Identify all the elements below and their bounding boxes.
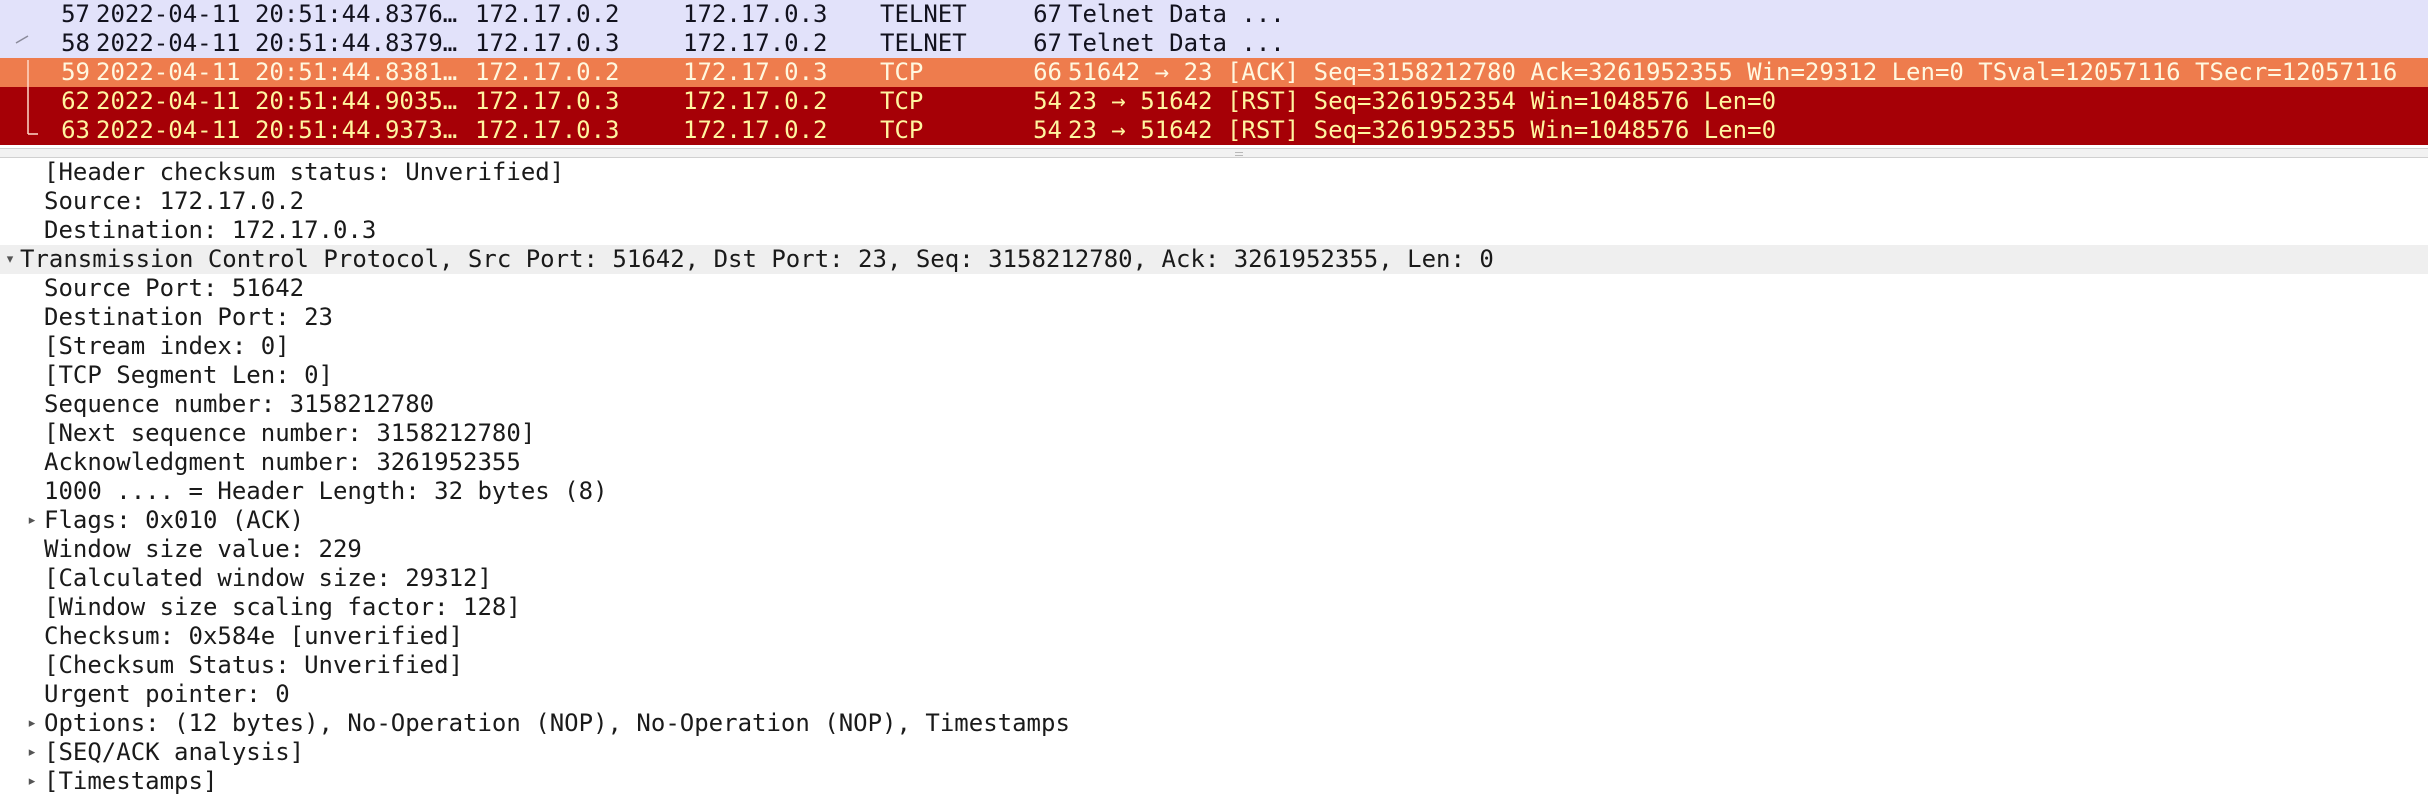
packet-row-selected[interactable]: 59 2022-04-11 20:51:44.8381… 172.17.0.2 … [0, 58, 2428, 87]
packet-source: 172.17.0.2 [475, 58, 620, 86]
packet-source: 172.17.0.3 [475, 87, 620, 115]
detail-field[interactable]: Urgent pointer: 0 [0, 680, 2428, 709]
detail-field[interactable]: [TCP Segment Len: 0] [0, 361, 2428, 390]
tcp-urgent-pointer: Urgent pointer: 0 [44, 680, 290, 708]
tcp-summary: Transmission Control Protocol, Src Port:… [20, 245, 1494, 273]
tcp-checksum: Checksum: 0x584e [unverified] [44, 622, 464, 650]
detail-field[interactable]: [Stream index: 0] [0, 332, 2428, 361]
packet-destination: 172.17.0.2 [683, 29, 828, 57]
tcp-section-header[interactable]: ▾ Transmission Control Protocol, Src Por… [0, 245, 2428, 274]
tcp-seq-ack-subtree[interactable]: ▸ [SEQ/ACK analysis] [0, 738, 2428, 767]
tcp-flags: Flags: 0x010 (ACK) [44, 506, 305, 534]
packet-info: 23 → 51642 [RST] Seq=3261952354 Win=1048… [1068, 87, 1777, 115]
packet-list[interactable]: 57 2022-04-11 20:51:44.8376… 172.17.0.2 … [0, 0, 2428, 148]
tcp-source-port: Source Port: 51642 [44, 274, 305, 302]
detail-field[interactable]: Source Port: 51642 [0, 274, 2428, 303]
packet-destination: 172.17.0.2 [683, 116, 828, 144]
packet-length: 67 [1033, 29, 1062, 57]
collapsed-arrow-icon[interactable]: ▸ [24, 767, 40, 796]
detail-field[interactable]: [Next sequence number: 3158212780] [0, 419, 2428, 448]
packet-source: 172.17.0.3 [475, 116, 620, 144]
detail-field[interactable]: Destination: 172.17.0.3 [0, 216, 2428, 245]
packet-number: 57 [61, 0, 90, 28]
expanded-arrow-icon[interactable]: ▾ [2, 245, 18, 274]
detail-field[interactable]: Checksum: 0x584e [unverified] [0, 622, 2428, 651]
collapsed-arrow-icon[interactable]: ▸ [24, 506, 40, 535]
detail-field[interactable]: [Window size scaling factor: 128] [0, 593, 2428, 622]
detail-field[interactable]: Window size value: 229 [0, 535, 2428, 564]
tcp-options: Options: (12 bytes), No-Operation (NOP),… [44, 709, 1070, 737]
collapsed-arrow-icon[interactable]: ▸ [24, 709, 40, 738]
detail-field[interactable]: Sequence number: 3158212780 [0, 390, 2428, 419]
tcp-sequence-number: Sequence number: 3158212780 [44, 390, 435, 418]
packet-details-tree[interactable]: [Header checksum status: Unverified] Sou… [0, 158, 2428, 811]
packet-time: 2022-04-11 20:51:44.9035… [96, 87, 458, 115]
packet-number: 58 [61, 29, 90, 57]
ip-source: Source: 172.17.0.2 [44, 187, 305, 215]
tcp-next-sequence: [Next sequence number: 3158212780] [44, 419, 536, 447]
pane-splitter[interactable] [0, 148, 2428, 158]
tcp-stream-index: [Stream index: 0] [44, 332, 290, 360]
tcp-seq-ack-analysis: [SEQ/ACK analysis] [44, 738, 305, 766]
packet-time: 2022-04-11 20:51:44.9373… [96, 116, 458, 144]
detail-field[interactable]: Destination Port: 23 [0, 303, 2428, 332]
tcp-window-value: Window size value: 229 [44, 535, 362, 563]
tcp-checksum-status: [Checksum Status: Unverified] [44, 651, 464, 679]
tcp-calculated-window: [Calculated window size: 29312] [44, 564, 492, 592]
collapsed-arrow-icon[interactable]: ▸ [24, 738, 40, 767]
packet-protocol: TELNET [880, 29, 967, 57]
tcp-segment-len: [TCP Segment Len: 0] [44, 361, 333, 389]
detail-field[interactable]: [Checksum Status: Unverified] [0, 651, 2428, 680]
tcp-options-subtree[interactable]: ▸ Options: (12 bytes), No-Operation (NOP… [0, 709, 2428, 738]
packet-destination: 172.17.0.3 [683, 0, 828, 28]
tcp-timestamps-subtree[interactable]: ▸ [Timestamps] [0, 767, 2428, 796]
detail-field[interactable]: [Calculated window size: 29312] [0, 564, 2428, 593]
splitter-grip-icon [1235, 152, 1243, 156]
packet-protocol: TCP [880, 87, 924, 115]
packet-length: 54 [1033, 116, 1062, 144]
packet-source: 172.17.0.2 [475, 0, 620, 28]
detail-field[interactable]: Source: 172.17.0.2 [0, 187, 2428, 216]
packet-protocol: TELNET [880, 0, 967, 28]
packet-length: 66 [1033, 58, 1062, 86]
packet-info: Telnet Data ... [1068, 0, 1285, 28]
packet-time: 2022-04-11 20:51:44.8376… [96, 0, 458, 28]
packet-time: 2022-04-11 20:51:44.8381… [96, 58, 458, 86]
packet-row[interactable]: 57 2022-04-11 20:51:44.8376… 172.17.0.2 … [0, 0, 2428, 29]
packet-source: 172.17.0.3 [475, 29, 620, 57]
packet-number: 62 [61, 87, 90, 115]
packet-length: 54 [1033, 87, 1062, 115]
packet-destination: 172.17.0.3 [683, 58, 828, 86]
packet-row[interactable]: 62 2022-04-11 20:51:44.9035… 172.17.0.3 … [0, 87, 2428, 116]
ip-destination: Destination: 172.17.0.3 [44, 216, 377, 244]
ip-checksum-status: [Header checksum status: Unverified] [44, 158, 565, 186]
tcp-header-length: 1000 .... = Header Length: 32 bytes (8) [44, 477, 608, 505]
packet-info: 51642 → 23 [ACK] Seq=3158212780 Ack=3261… [1068, 58, 2398, 86]
packet-protocol: TCP [880, 58, 924, 86]
packet-info: Telnet Data ... [1068, 29, 1285, 57]
packet-row[interactable]: 58 2022-04-11 20:51:44.8379… 172.17.0.3 … [0, 29, 2428, 58]
packet-protocol: TCP [880, 116, 924, 144]
detail-field[interactable]: 1000 .... = Header Length: 32 bytes (8) [0, 477, 2428, 506]
tcp-flags-subtree[interactable]: ▸ Flags: 0x010 (ACK) [0, 506, 2428, 535]
packet-row[interactable]: 63 2022-04-11 20:51:44.9373… 172.17.0.3 … [0, 116, 2428, 145]
packet-destination: 172.17.0.2 [683, 87, 828, 115]
tcp-window-scaling: [Window size scaling factor: 128] [44, 593, 521, 621]
tcp-destination-port: Destination Port: 23 [44, 303, 333, 331]
detail-field[interactable]: Acknowledgment number: 3261952355 [0, 448, 2428, 477]
packet-number: 59 [61, 58, 90, 86]
packet-info: 23 → 51642 [RST] Seq=3261952355 Win=1048… [1068, 116, 1777, 144]
packet-length: 67 [1033, 0, 1062, 28]
packet-number: 63 [61, 116, 90, 144]
detail-field[interactable]: [Header checksum status: Unverified] [0, 158, 2428, 187]
packet-time: 2022-04-11 20:51:44.8379… [96, 29, 458, 57]
tcp-ack-number: Acknowledgment number: 3261952355 [44, 448, 521, 476]
tcp-timestamps: [Timestamps] [44, 767, 218, 795]
